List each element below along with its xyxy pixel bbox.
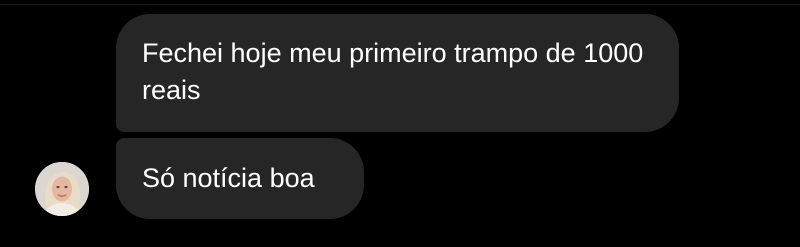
user-avatar-icon [35, 162, 89, 216]
message-bubble[interactable]: Só notícia boa [116, 138, 364, 219]
sender-avatar[interactable] [35, 162, 89, 216]
message-thread: Fechei hoje meu primeiro trampo de 1000 … [0, 0, 800, 247]
message-bubble[interactable]: Fechei hoje meu primeiro trampo de 1000 … [116, 14, 679, 132]
